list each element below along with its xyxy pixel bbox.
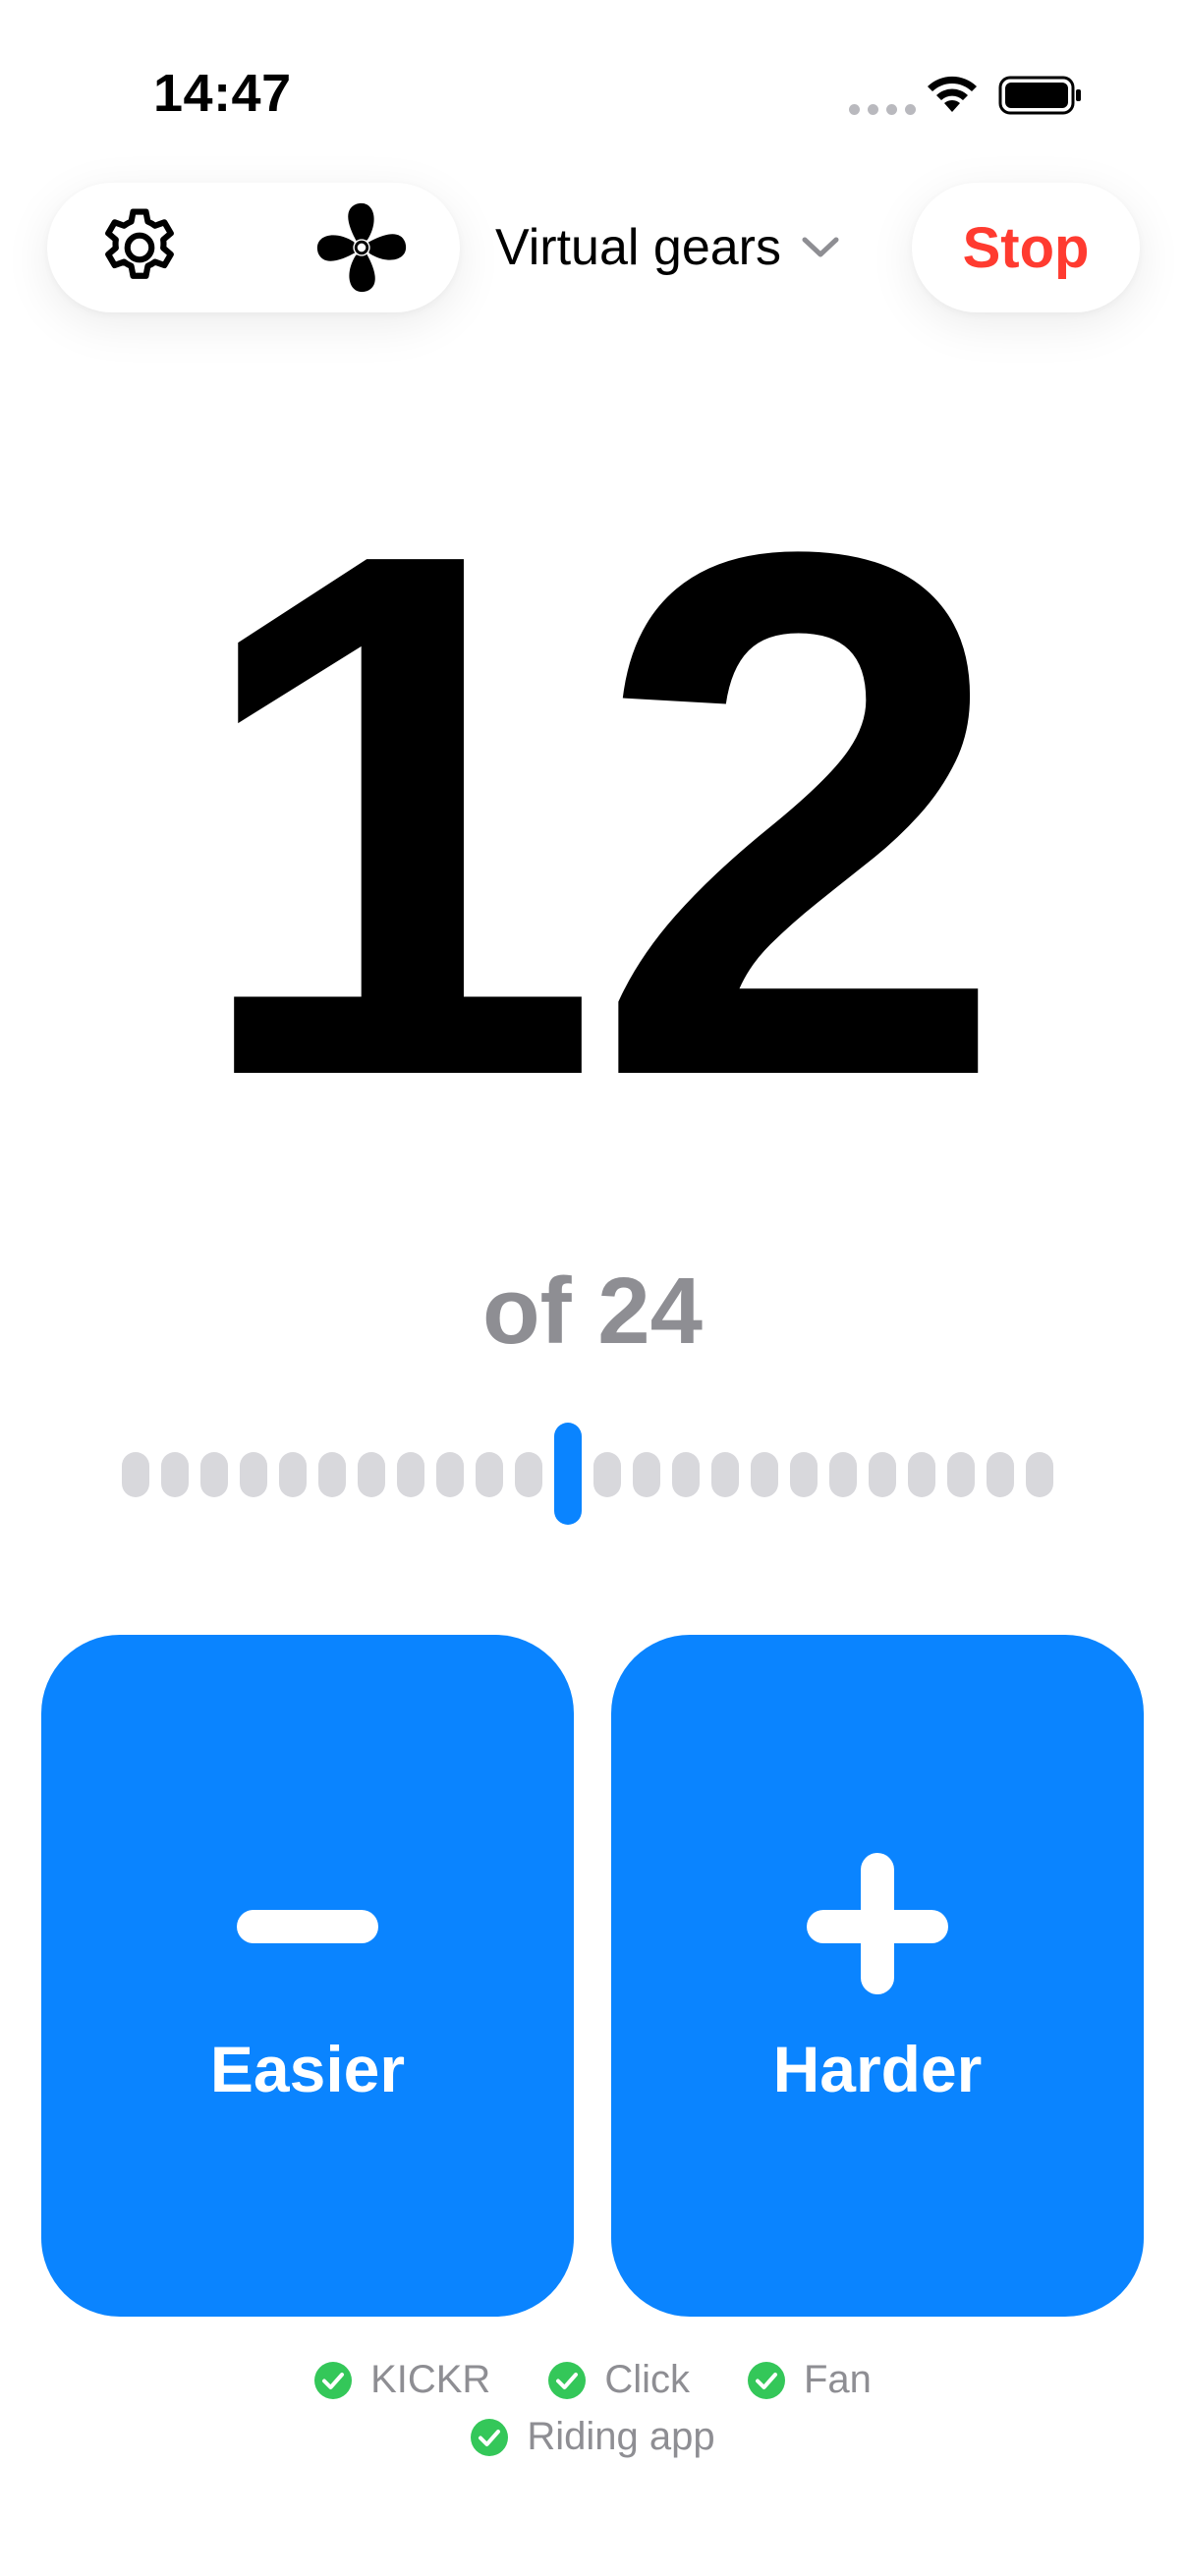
- easier-button[interactable]: Easier: [41, 1635, 574, 2317]
- connection-fan: Fan: [747, 2358, 872, 2402]
- current-gear: 12: [187, 398, 1007, 1232]
- check-circle-icon: [471, 2418, 509, 2456]
- check-circle-icon: [747, 2361, 785, 2399]
- connection-kickr: KICKR: [313, 2358, 490, 2402]
- mode-label: Virtual gears: [495, 219, 781, 276]
- gear-segment: [240, 1452, 267, 1497]
- gear-segment: [476, 1452, 503, 1497]
- connection-status-row: KICKR Click Fan: [0, 2358, 1185, 2402]
- wifi-icon: [928, 76, 977, 112]
- status-time: 14:47: [153, 64, 292, 123]
- plus-icon: [807, 1853, 948, 1994]
- connection-click: Click: [547, 2358, 690, 2402]
- gear-segment: [318, 1452, 346, 1497]
- gear-segment: [122, 1452, 149, 1497]
- gear-segment: [947, 1452, 975, 1497]
- gear-segment: [908, 1452, 935, 1497]
- stop-button[interactable]: Stop: [912, 183, 1140, 312]
- check-circle-icon: [314, 2361, 353, 2399]
- minus-icon: [237, 1910, 378, 1943]
- fan-button[interactable]: [310, 196, 413, 299]
- gear-segment: [869, 1452, 896, 1497]
- gear-total: of 24: [481, 1259, 704, 1364]
- gear-segment: [200, 1452, 228, 1497]
- gear-segment: [279, 1452, 307, 1497]
- gear-icon: [105, 208, 174, 279]
- connection-label: Riding app: [527, 2415, 715, 2458]
- check-circle-icon: [548, 2361, 587, 2399]
- connection-label: Click: [604, 2358, 690, 2401]
- gear-segment: [711, 1452, 739, 1497]
- signal-dots-icon: [849, 104, 916, 115]
- easier-label: Easier: [209, 2033, 406, 2105]
- app-screen: 14:47 Virtual gears Stop 12 of 24 Easier…: [0, 0, 1185, 2576]
- gear-segment: [751, 1452, 778, 1497]
- fan-icon: [316, 202, 407, 293]
- gear-segment: [987, 1452, 1014, 1497]
- gear-segment-active: [554, 1423, 582, 1525]
- gear-segment: [515, 1452, 542, 1497]
- connection-label: Fan: [803, 2358, 872, 2401]
- connection-riding-app: Riding app: [470, 2415, 715, 2459]
- chevron-down-icon: [802, 237, 839, 257]
- settings-button[interactable]: [88, 196, 191, 299]
- gear-segment: [1026, 1452, 1053, 1497]
- gear-indicator: [122, 1423, 1065, 1525]
- connection-status-row: Riding app: [0, 2415, 1185, 2459]
- gear-segment: [633, 1452, 660, 1497]
- gear-segment: [829, 1452, 857, 1497]
- gear-segment: [593, 1452, 621, 1497]
- gear-segment: [358, 1452, 385, 1497]
- harder-label: Harder: [772, 2033, 983, 2105]
- gear-segment: [397, 1452, 424, 1497]
- mode-selector[interactable]: Virtual gears: [495, 206, 840, 289]
- battery-icon: [998, 76, 1081, 115]
- connection-label: KICKR: [370, 2358, 491, 2401]
- gear-segment: [790, 1452, 818, 1497]
- gear-segment: [161, 1452, 189, 1497]
- harder-button[interactable]: Harder: [611, 1635, 1144, 2317]
- gear-segment: [672, 1452, 700, 1497]
- gear-segment: [436, 1452, 464, 1497]
